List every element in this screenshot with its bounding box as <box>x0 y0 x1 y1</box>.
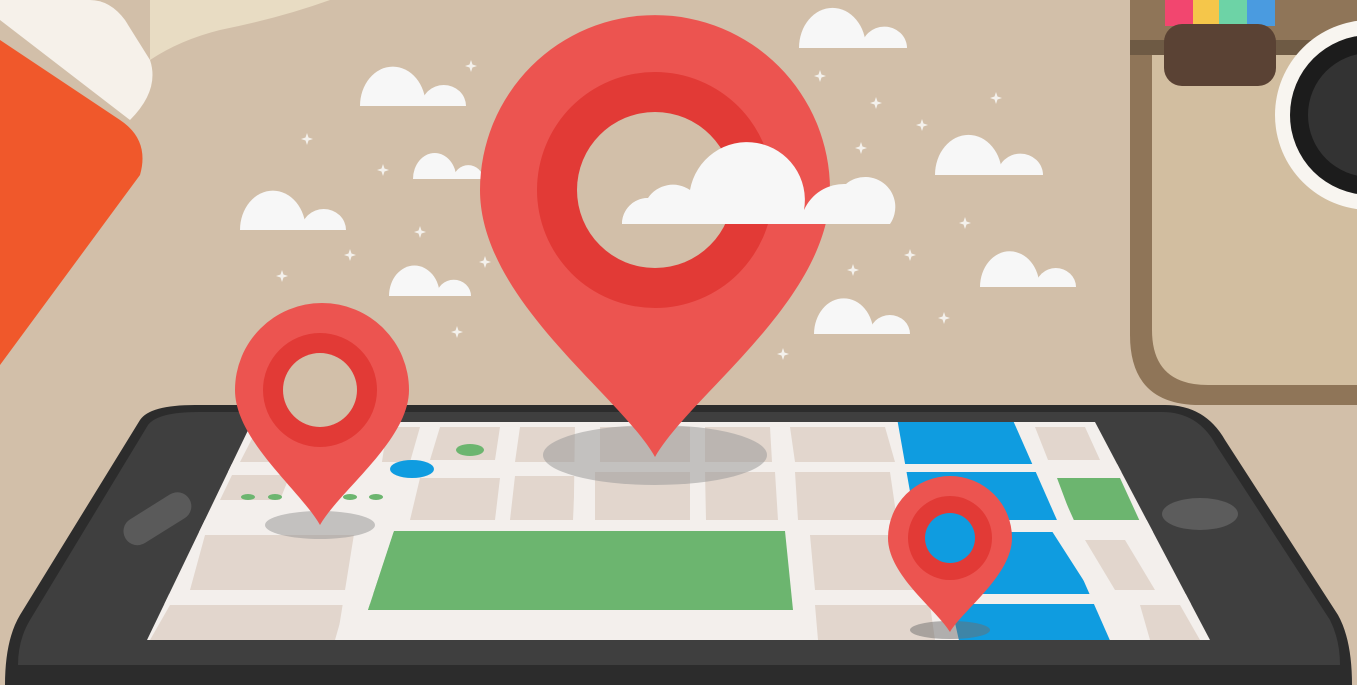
map-block <box>410 478 500 520</box>
park-area <box>368 531 793 610</box>
map-block <box>795 472 897 520</box>
map-block <box>510 476 575 520</box>
map-block <box>790 427 895 462</box>
map-block <box>190 535 360 590</box>
phone-home-button <box>1162 498 1238 530</box>
camera-viewfinder <box>1164 24 1276 86</box>
location-map-illustration <box>0 0 1357 685</box>
map-block <box>150 605 345 640</box>
camera-icon <box>1130 0 1357 405</box>
